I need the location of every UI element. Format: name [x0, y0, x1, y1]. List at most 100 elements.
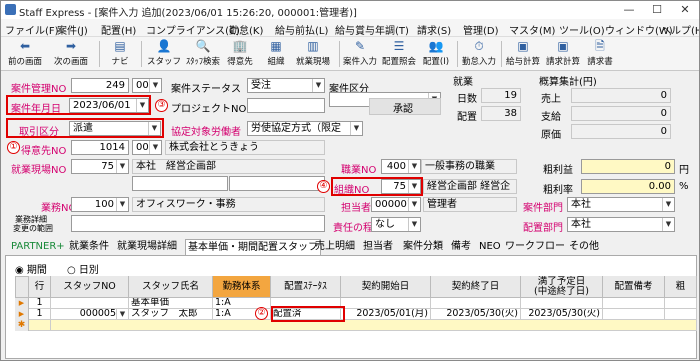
- case-mgmt-sub-select[interactable]: 000 ▼: [132, 78, 162, 93]
- toolbar: ⬅ 前の画面 ➡ 次の画面 ▤ ナビ 👤 スタッフ 🔍 ｽﾀｯﾌ検索 🏢 得意先…: [1, 37, 699, 71]
- table-cell[interactable]: [51, 298, 129, 309]
- chevron-down-icon: ▼: [408, 218, 420, 231]
- case-input-button[interactable]: ✎ 案件入力: [343, 39, 377, 69]
- menu-placement[interactable]: 配置(H): [101, 22, 136, 37]
- billing-calc-button[interactable]: ▣ 請求計算: [545, 39, 581, 69]
- responsibility-select[interactable]: なし ▼: [371, 217, 421, 232]
- client-no-input[interactable]: 1014: [71, 140, 129, 155]
- tab-partner[interactable]: PARTNER+: [9, 239, 67, 255]
- place-dept-select[interactable]: 本社 ▼: [567, 217, 675, 232]
- menu-billing[interactable]: 請求(S): [417, 22, 451, 37]
- prev-screen-button[interactable]: ⬅ 前の画面: [5, 39, 45, 69]
- chevron-down-icon: ▼: [149, 141, 161, 154]
- menu-payroll[interactable]: 給与賞与年調(T): [335, 22, 409, 37]
- maximize-button[interactable]: ☐: [643, 1, 671, 19]
- tab-person[interactable]: 担当者: [361, 239, 395, 255]
- tab-workflow[interactable]: ワークフロー: [503, 239, 567, 255]
- case-mgmt-no-label: 案件管理NO: [11, 84, 67, 95]
- tab-site-detail[interactable]: 就業現場詳細: [115, 239, 179, 255]
- tab-case-class[interactable]: 案件分類: [401, 239, 445, 255]
- chevron-down-icon: ▼: [149, 79, 161, 92]
- chevron-down-icon: ▼: [312, 79, 324, 92]
- chevron-down-icon: ▼: [116, 198, 128, 211]
- placement-button[interactable]: 👥 配置(I): [421, 39, 451, 69]
- agreement-select[interactable]: 労使協定方式（限定 ▼: [247, 121, 363, 136]
- close-button[interactable]: ✕: [671, 1, 699, 19]
- table-cell[interactable]: 2023/05/30(火): [521, 309, 603, 320]
- col-gross: 粗: [665, 276, 697, 298]
- case-dept-select[interactable]: 本社 ▼: [567, 197, 675, 212]
- radio-daily[interactable]: ○ 日別: [67, 261, 99, 276]
- table-cell[interactable]: [603, 298, 665, 309]
- attendance-input-button[interactable]: ⏱ 勤怠入力: [461, 39, 497, 69]
- col-expiry: 満了予定日 (中途終了日): [521, 276, 603, 298]
- menu-case[interactable]: 案件(J): [57, 22, 88, 37]
- payroll-calc-button[interactable]: ▣ 給与計算: [505, 39, 541, 69]
- arrow-right-icon: ➡: [65, 39, 77, 53]
- tab-neo[interactable]: NEO: [477, 239, 503, 255]
- chevron-down-icon: ▼: [116, 309, 128, 319]
- nav-button[interactable]: ▤ ナビ: [107, 39, 133, 69]
- menu-help[interactable]: ヘルプ(H): [661, 22, 699, 37]
- work-site-button[interactable]: ▥ 就業現場: [293, 39, 333, 69]
- tab-notes[interactable]: 備考: [449, 239, 473, 255]
- site-extra-2[interactable]: [229, 176, 325, 191]
- case-status-select[interactable]: 受注 ▼: [247, 78, 325, 93]
- menu-compliance[interactable]: コンプライアンス(C): [146, 22, 240, 37]
- rate-label: 粗利率: [543, 185, 573, 196]
- table-cell[interactable]: [603, 309, 665, 320]
- table-cell[interactable]: [521, 298, 603, 309]
- menu-tools[interactable]: ツール(O): [559, 22, 605, 37]
- staff-button[interactable]: 👤 スタッフ: [147, 39, 181, 69]
- menu-advance[interactable]: 給与前払(L): [275, 22, 328, 37]
- place-count-label: 配置: [457, 112, 477, 123]
- agreement-label: 協定対象労働者: [171, 127, 241, 138]
- next-screen-button[interactable]: ➡ 次の画面: [51, 39, 91, 69]
- place-count-value: 38: [481, 106, 521, 121]
- sales-label: 売上: [541, 94, 561, 105]
- biz-detail-input[interactable]: [71, 215, 325, 232]
- table-cell[interactable]: [341, 298, 431, 309]
- job-no-select[interactable]: 400 ▼: [381, 159, 421, 174]
- person-no-select[interactable]: 000001 ▼: [371, 197, 421, 212]
- site-extra-1[interactable]: [132, 176, 228, 191]
- tab-other[interactable]: その他: [567, 239, 601, 255]
- table-cell[interactable]: 2023/05/01(月): [341, 309, 431, 320]
- table-cell[interactable]: [665, 309, 697, 320]
- menu-master[interactable]: マスタ(M): [509, 22, 555, 37]
- menu-admin[interactable]: 管理(D): [463, 22, 499, 37]
- minimize-button[interactable]: —: [615, 1, 643, 19]
- tab-basic-rate-staff[interactable]: 基本単価・期間配置スタッフ: [185, 239, 321, 255]
- tab-sales-detail[interactable]: 売上明細: [313, 239, 357, 255]
- arrow-left-icon: ⬅: [19, 39, 31, 53]
- new-row-icon: ✱: [15, 320, 29, 331]
- menu-file[interactable]: ファイル(F): [5, 22, 59, 37]
- case-mgmt-no-input[interactable]: 249: [71, 78, 129, 93]
- business-no-select[interactable]: 100 ▼: [71, 197, 129, 212]
- highlight-box-3: [6, 95, 151, 115]
- invoice-button[interactable]: 🗎 請求書: [585, 39, 615, 69]
- organization-button[interactable]: ▦ 組織: [263, 39, 289, 69]
- table-cell: 1: [29, 309, 51, 320]
- client-button[interactable]: 🏢 得意先: [225, 39, 255, 69]
- table-cell: 1: [29, 298, 51, 309]
- chevron-down-icon: ▼: [408, 160, 420, 173]
- project-no-input[interactable]: [247, 98, 325, 113]
- staff-search-button[interactable]: 🔍 ｽﾀｯﾌ検索: [183, 39, 223, 69]
- approve-button[interactable]: 承認: [393, 100, 413, 115]
- placement-inquiry-button[interactable]: ☰ 配置照会: [381, 39, 417, 69]
- person-search-icon: 🔍: [195, 39, 211, 53]
- client-sub-select[interactable]: 000 ▼: [132, 140, 162, 155]
- table-cell[interactable]: 000005 ▼: [51, 309, 129, 320]
- radio-period[interactable]: ◉ 期間: [15, 261, 47, 276]
- table-cell[interactable]: 2023/05/30(火): [431, 309, 521, 320]
- table-cell: 基本単価: [129, 298, 213, 309]
- table-cell[interactable]: [431, 298, 521, 309]
- navigation-icon: ▤: [114, 39, 126, 53]
- table-cell[interactable]: [665, 298, 697, 309]
- new-row[interactable]: [51, 320, 697, 331]
- menu-attendance[interactable]: 勤怠(K): [229, 22, 263, 37]
- site-no-select[interactable]: 75 ▼: [71, 159, 129, 174]
- tab-work-conditions[interactable]: 就業条件: [67, 239, 111, 255]
- days-label: 日数: [457, 94, 477, 105]
